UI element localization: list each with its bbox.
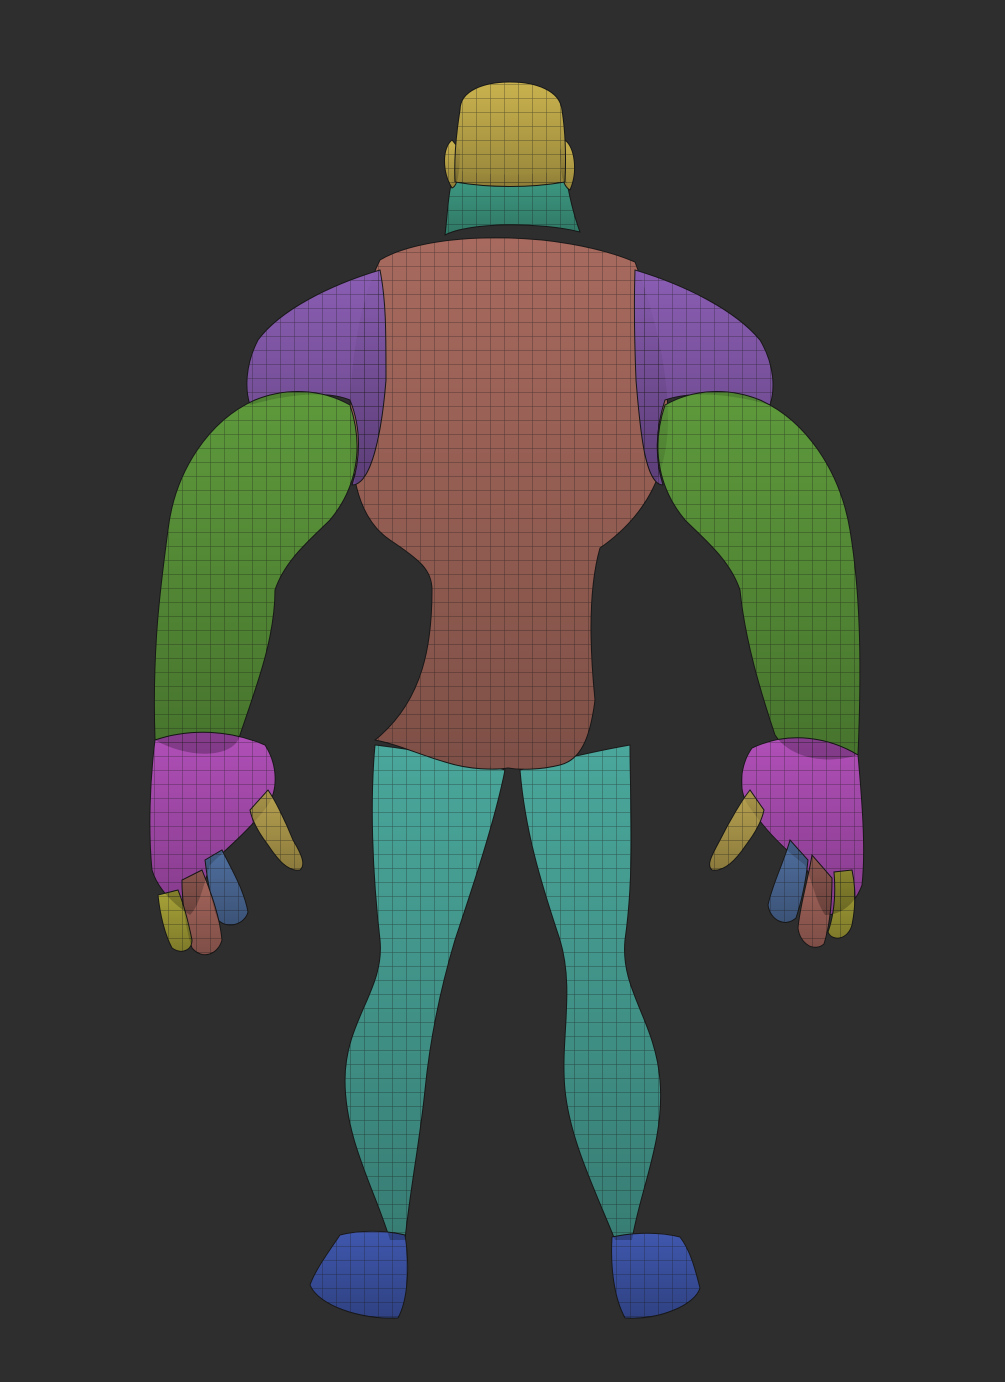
leg-right-shading	[520, 745, 661, 1240]
foot-right-shading	[611, 1233, 700, 1319]
torso-shading	[350, 237, 668, 770]
arm-right-shading	[657, 391, 860, 760]
thumb-right-shading	[709, 790, 764, 871]
head-shading	[454, 82, 566, 187]
leg-left-shading	[345, 745, 505, 1240]
3d-viewport[interactable]	[0, 0, 1005, 1382]
arm-left-shading	[154, 391, 358, 754]
thumbs-polygroup	[249, 789, 765, 871]
character-mesh-back-view	[149, 81, 865, 1319]
wireframe-overlay	[149, 82, 864, 1319]
foot-left-shading	[310, 1231, 408, 1319]
fingers-polygroup	[157, 838, 856, 956]
